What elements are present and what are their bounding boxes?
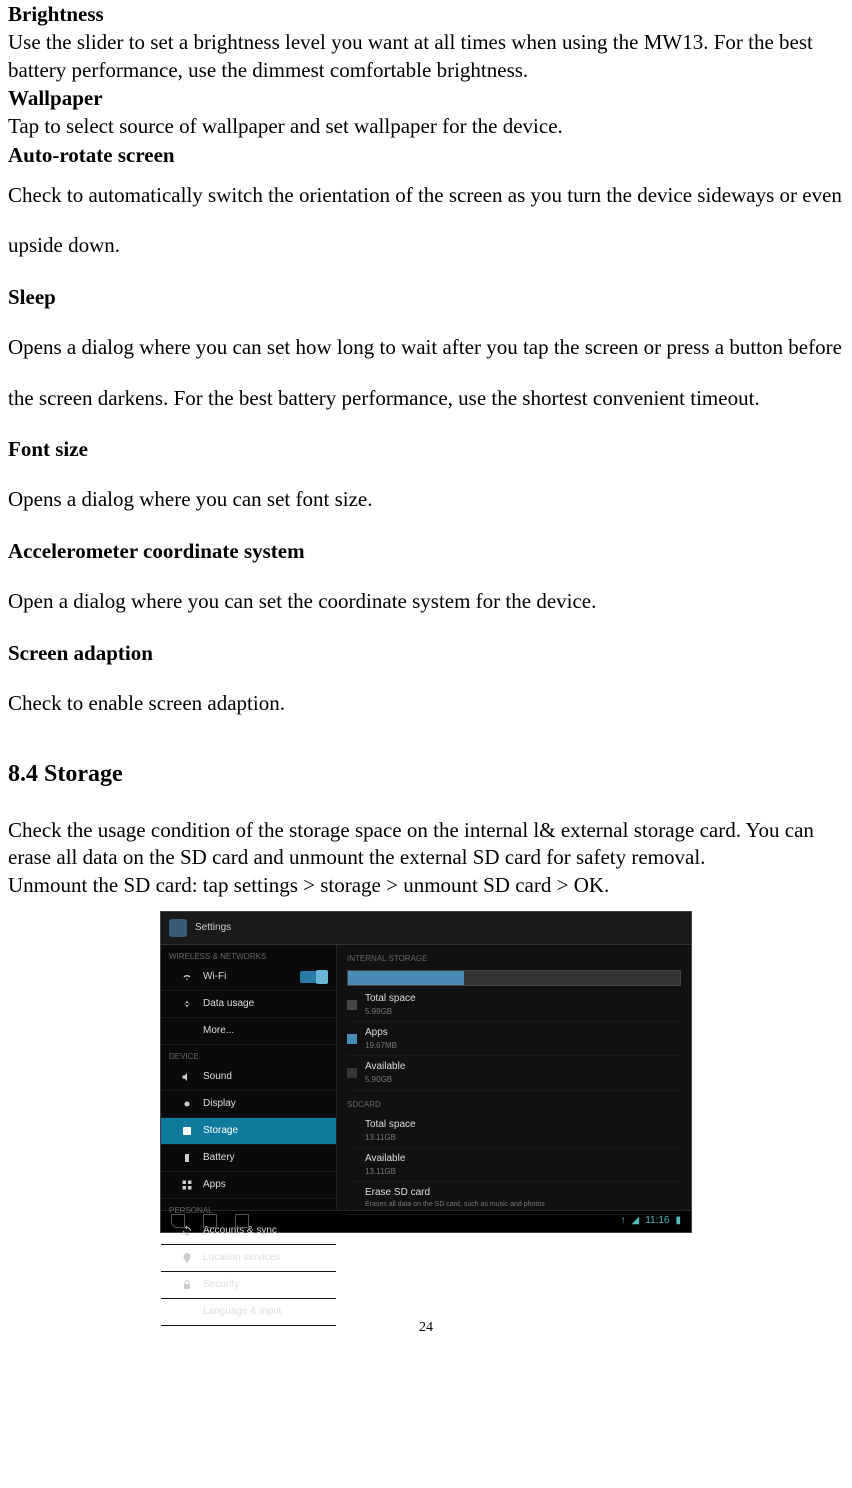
apps-swatch xyxy=(347,1034,357,1044)
main-cat-sdcard: SDCARD xyxy=(347,1099,681,1110)
settings-sidebar: WIRELESS & NETWORKS Wi-Fi Data usage Mor… xyxy=(161,945,337,1210)
settings-header-title: Settings xyxy=(195,921,231,935)
clock-time: 11:16 xyxy=(645,1214,669,1228)
sleep-body: Opens a dialog where you can set how lon… xyxy=(8,322,844,423)
screen-adaption-body: Check to enable screen adaption. xyxy=(8,678,844,728)
wallpaper-title: Wallpaper xyxy=(8,84,844,113)
display-icon xyxy=(181,1098,193,1110)
sidebar-item-security[interactable]: Security xyxy=(161,1272,336,1299)
home-button[interactable] xyxy=(203,1214,217,1228)
android-settings-screenshot: Settings WIRELESS & NETWORKS Wi-Fi Data … xyxy=(160,911,692,1233)
storage-body: Check the usage condition of the storage… xyxy=(8,817,844,872)
total-label: Total space xyxy=(365,992,416,1006)
storage-icon xyxy=(181,1125,193,1137)
sidebar-storage-label: Storage xyxy=(203,1124,238,1138)
battery-icon xyxy=(181,1152,193,1164)
wifi-toggle[interactable] xyxy=(300,971,328,983)
sidebar-display-label: Display xyxy=(203,1097,236,1111)
sidebar-item-more[interactable]: More... xyxy=(161,1018,336,1045)
arrow-up-icon: ↑ xyxy=(620,1214,625,1228)
apps-row[interactable]: Apps 19.67MB xyxy=(347,1022,681,1056)
sidebar-sound-label: Sound xyxy=(203,1070,232,1084)
erase-sd-row[interactable]: Erase SD card Erases all data on the SD … xyxy=(347,1182,681,1215)
auto-rotate-body: Check to automatically switch the orient… xyxy=(8,170,844,271)
sidebar-security-label: Security xyxy=(203,1278,239,1292)
available-label: Available xyxy=(365,1060,405,1074)
sd-total-label: Total space xyxy=(365,1118,416,1132)
location-icon xyxy=(181,1252,193,1264)
accel-body: Open a dialog where you can set the coor… xyxy=(8,576,844,626)
screenshot-container: Settings WIRELESS & NETWORKS Wi-Fi Data … xyxy=(8,911,844,1233)
wifi-icon xyxy=(181,971,193,983)
sidebar-item-apps[interactable]: Apps xyxy=(161,1172,336,1199)
total-swatch xyxy=(347,1000,357,1010)
sidebar-wifi-label: Wi-Fi xyxy=(203,970,226,984)
sidebar-location-label: Location services xyxy=(203,1251,280,1265)
accel-title: Accelerometer coordinate system xyxy=(8,537,844,566)
sound-icon xyxy=(181,1071,193,1083)
available-row[interactable]: Available 5.90GB xyxy=(347,1056,681,1090)
storage-unmount: Unmount the SD card: tap settings > stor… xyxy=(8,872,844,899)
storage-bar-fill xyxy=(348,971,464,985)
sidebar-cat-device: DEVICE xyxy=(161,1045,336,1064)
sidebar-cat-wireless: WIRELESS & NETWORKS xyxy=(161,945,336,964)
sd-total-row[interactable]: Total space 13.11GB xyxy=(347,1114,681,1148)
main-cat-internal: INTERNAL STORAGE xyxy=(347,953,681,964)
page-number: 24 xyxy=(8,1318,844,1338)
language-icon xyxy=(181,1306,193,1318)
settings-main: INTERNAL STORAGE Total space 5.99GB Apps xyxy=(337,945,691,1210)
sd-available-label: Available xyxy=(365,1152,405,1166)
sidebar-more-label: More... xyxy=(203,1024,234,1038)
sidebar-item-location[interactable]: Location services xyxy=(161,1245,336,1272)
sidebar-item-battery[interactable]: Battery xyxy=(161,1145,336,1172)
battery-status-icon: ▮ xyxy=(675,1214,681,1228)
font-size-body: Opens a dialog where you can set font si… xyxy=(8,474,844,524)
total-space-row[interactable]: Total space 5.99GB xyxy=(347,988,681,1022)
apps-value: 19.67MB xyxy=(365,1040,397,1051)
sd-available-row[interactable]: Available 13.11GB xyxy=(347,1148,681,1182)
recent-button[interactable] xyxy=(235,1214,249,1228)
lock-icon xyxy=(181,1279,193,1291)
settings-header: Settings xyxy=(161,912,691,945)
erase-label: Erase SD card xyxy=(365,1186,545,1200)
status-bar-right: ↑ ◢ 11:16 ▮ xyxy=(620,1214,681,1228)
available-swatch xyxy=(347,1068,357,1078)
sidebar-item-display[interactable]: Display xyxy=(161,1091,336,1118)
apps-label: Apps xyxy=(365,1026,397,1040)
settings-app-icon xyxy=(169,919,187,937)
sidebar-item-language[interactable]: Language & input xyxy=(161,1299,336,1326)
sidebar-apps-label: Apps xyxy=(203,1178,226,1192)
storage-heading: 8.4 Storage xyxy=(8,758,844,792)
sidebar-language-label: Language & input xyxy=(203,1305,281,1319)
available-value: 5.90GB xyxy=(365,1074,405,1085)
font-size-title: Font size xyxy=(8,435,844,464)
sidebar-battery-label: Battery xyxy=(203,1151,235,1165)
sidebar-item-data-usage[interactable]: Data usage xyxy=(161,991,336,1018)
sd-total-value: 13.11GB xyxy=(365,1132,416,1143)
sidebar-item-sound[interactable]: Sound xyxy=(161,1064,336,1091)
wifi-status-icon: ◢ xyxy=(631,1214,639,1228)
brightness-title: Brightness xyxy=(8,0,844,29)
sidebar-item-storage[interactable]: Storage xyxy=(161,1118,336,1145)
storage-bar xyxy=(347,970,681,986)
erase-desc: Erases all data on the SD card, such as … xyxy=(365,1200,545,1210)
data-icon xyxy=(181,998,193,1010)
sidebar-item-wifi[interactable]: Wi-Fi xyxy=(161,964,336,991)
brightness-body: Use the slider to set a brightness level… xyxy=(8,29,844,84)
apps-icon xyxy=(181,1179,193,1191)
sleep-title: Sleep xyxy=(8,283,844,312)
sd-available-value: 13.11GB xyxy=(365,1166,405,1177)
sidebar-data-label: Data usage xyxy=(203,997,254,1011)
screen-adaption-title: Screen adaption xyxy=(8,639,844,668)
total-value: 5.99GB xyxy=(365,1006,416,1017)
wallpaper-body: Tap to select source of wallpaper and se… xyxy=(8,113,844,140)
auto-rotate-title: Auto-rotate screen xyxy=(8,141,844,170)
back-button[interactable] xyxy=(171,1214,185,1228)
